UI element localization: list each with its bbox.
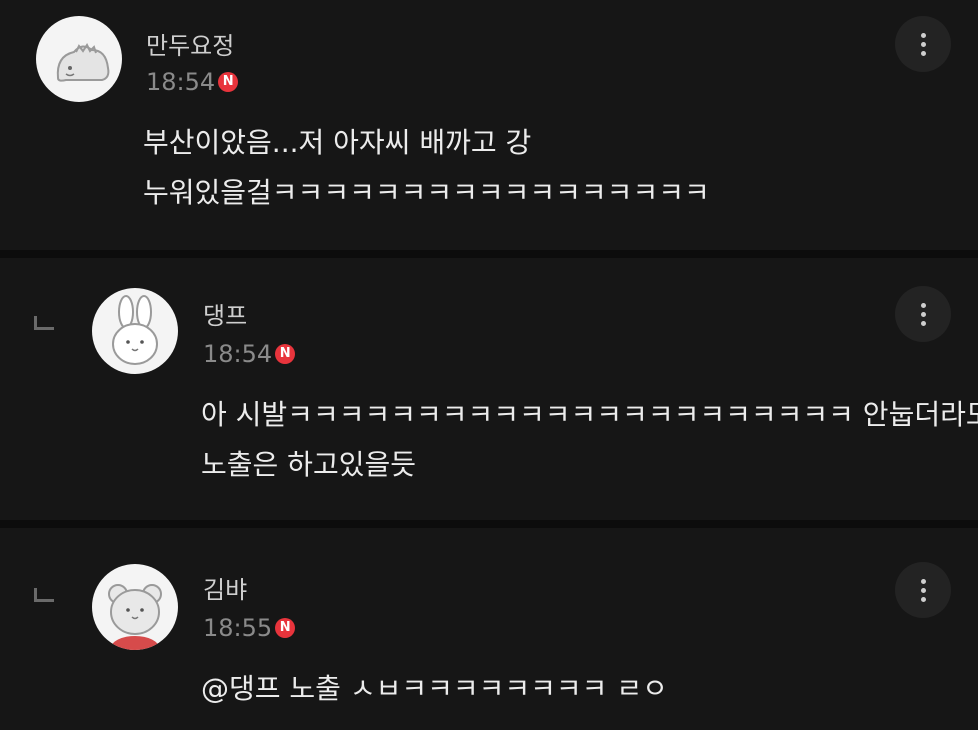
dot-icon xyxy=(920,41,926,47)
reply-comment-item: 김뱌 18:55 N @댕프 노출 ㅅㅂㅋㅋㅋㅋㅋㅋㅋㅋ ㄹㅇ xyxy=(0,528,978,730)
new-badge: N xyxy=(218,72,239,92)
dinosaur-avatar-icon[interactable] xyxy=(36,16,122,102)
time-text: 18:54 xyxy=(146,68,216,96)
dot-icon xyxy=(920,311,926,317)
comment-body: 아 시발ㅋㅋㅋㅋㅋㅋㅋㅋㅋㅋㅋㅋㅋㅋㅋㅋㅋㅋㅋㅋㅋㅋ 안눕더라도 노출은 하고있… xyxy=(201,390,978,490)
comment-item: 만두요정 18:54 N 부산이았음...저 아자씨 배까고 강 누워있을걸ㅋㅋ… xyxy=(0,0,978,250)
dot-icon xyxy=(920,302,926,308)
comment-line: 아 시발ㅋㅋㅋㅋㅋㅋㅋㅋㅋㅋㅋㅋㅋㅋㅋㅋㅋㅋㅋㅋㅋㅋ 안눕더라도 xyxy=(201,398,978,431)
reply-arrow-icon xyxy=(34,316,54,330)
dot-icon xyxy=(920,32,926,38)
dot-icon xyxy=(920,320,926,326)
more-options-button[interactable] xyxy=(895,16,951,72)
new-badge: N xyxy=(275,344,296,364)
more-options-button[interactable] xyxy=(895,562,951,618)
comment-timestamp: 18:54 N xyxy=(203,340,296,368)
comment-line: @댕프 노출 ㅅㅂㅋㅋㅋㅋㅋㅋㅋㅋ ㄹㅇ xyxy=(201,672,668,705)
comment-divider xyxy=(0,250,978,258)
dot-icon xyxy=(920,596,926,602)
comment-nickname[interactable]: 댕프 xyxy=(203,296,247,331)
time-text: 18:55 xyxy=(203,614,273,642)
dot-icon xyxy=(920,578,926,584)
rabbit-avatar-icon[interactable] xyxy=(92,288,178,374)
comment-nickname[interactable]: 만두요정 xyxy=(146,26,234,61)
comment-line: 노출은 하고있을듯 xyxy=(201,448,416,481)
comment-body: @댕프 노출 ㅅㅂㅋㅋㅋㅋㅋㅋㅋㅋ ㄹㅇ xyxy=(201,664,668,714)
reply-arrow-icon xyxy=(34,588,54,602)
time-text: 18:54 xyxy=(203,340,273,368)
comment-timestamp: 18:54 N xyxy=(146,68,239,96)
comment-nickname[interactable]: 김뱌 xyxy=(203,570,247,605)
comment-line: 부산이았음...저 아자씨 배까고 강 xyxy=(143,126,532,159)
comment-timestamp: 18:55 N xyxy=(203,614,296,642)
dot-icon xyxy=(920,50,926,56)
comment-line: 누워있을걸ㅋㅋㅋㅋㅋㅋㅋㅋㅋㅋㅋㅋㅋㅋㅋㅋㅋ xyxy=(143,176,710,209)
bear-avatar-icon[interactable] xyxy=(92,564,178,650)
new-badge: N xyxy=(275,618,296,638)
comment-body: 부산이았음...저 아자씨 배까고 강 누워있을걸ㅋㅋㅋㅋㅋㅋㅋㅋㅋㅋㅋㅋㅋㅋㅋ… xyxy=(143,118,710,218)
more-options-button[interactable] xyxy=(895,286,951,342)
dot-icon xyxy=(920,587,926,593)
reply-comment-item: 댕프 18:54 N 아 시발ㅋㅋㅋㅋㅋㅋㅋㅋㅋㅋㅋㅋㅋㅋㅋㅋㅋㅋㅋㅋㅋㅋ 안눕… xyxy=(0,258,978,520)
comment-divider xyxy=(0,520,978,528)
